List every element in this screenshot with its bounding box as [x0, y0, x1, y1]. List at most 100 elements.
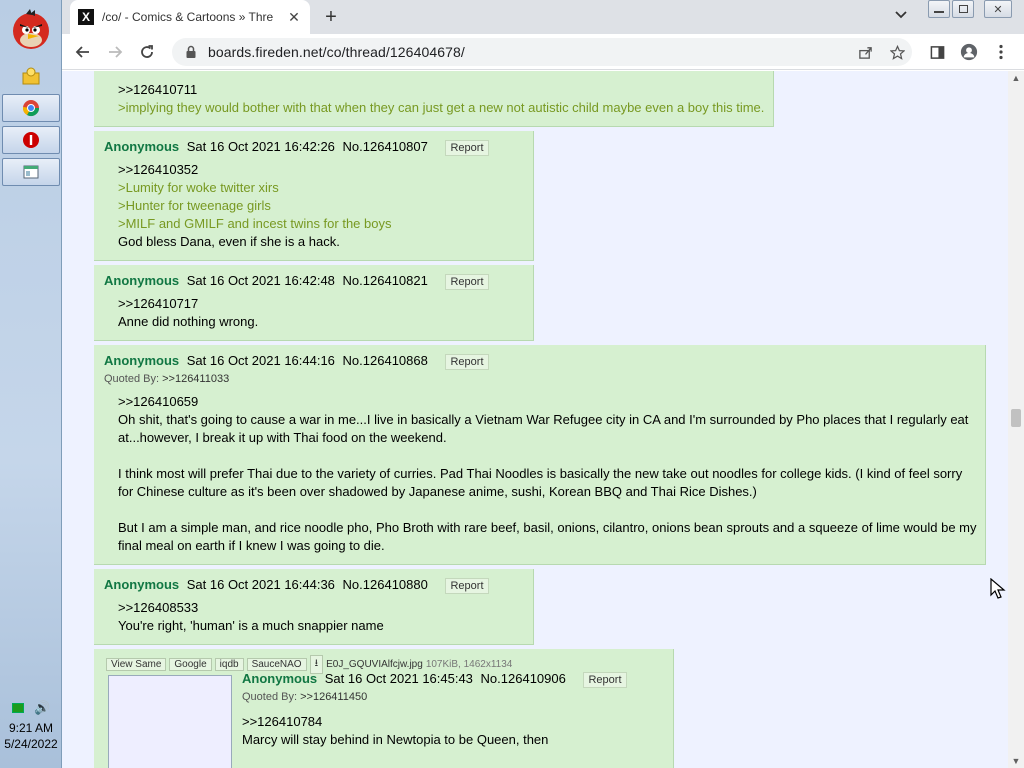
report-button[interactable]: Report [583, 672, 627, 688]
post-info: Anonymous Sat 16 Oct 2021 16:44:36 No.12… [104, 577, 489, 594]
taskbar-window-button[interactable] [2, 158, 60, 186]
post-number[interactable]: No.126410821 [343, 273, 428, 288]
view-same-button[interactable]: View Same [106, 658, 167, 671]
browser-window: X /co/ - Comics & Cartoons » Thre ✕ + ✕ [62, 0, 1024, 768]
report-button[interactable]: Report [445, 274, 489, 290]
quoted-by-link[interactable]: >>126411450 [300, 691, 367, 703]
tab-active[interactable]: X /co/ - Comics & Cartoons » Thre ✕ [70, 0, 310, 34]
restore-button[interactable] [952, 0, 974, 18]
mouse-cursor-icon [990, 578, 1006, 599]
post-date: Sat 16 Oct 2021 16:45:43 [324, 671, 473, 686]
post: Anonymous Sat 16 Oct 2021 16:44:36 No.12… [94, 569, 534, 645]
post: View Same Google iqdb SauceNAO ⭳ E0J_GQU… [94, 649, 674, 768]
restore-icon [958, 5, 968, 13]
file-name[interactable]: E0J_GQUVIAlfcjw.jpg [326, 659, 423, 670]
post-thumbnail[interactable] [108, 675, 232, 768]
page-scrollbar[interactable]: ▲ ▼ [1008, 71, 1024, 768]
quote-link[interactable]: >>126410352 [118, 161, 391, 179]
thread-page: >>126410711 >implying they would bother … [62, 71, 1008, 768]
tab-favicon-icon: X [78, 9, 94, 25]
system-tray: 🔊 9:21 AM 5/24/2022 [0, 696, 62, 768]
address-bar[interactable]: boards.fireden.net/co/thread/126404678/ [172, 38, 912, 66]
quote-link[interactable]: >>126410784 [242, 713, 548, 731]
quote-link[interactable]: >>126410717 [118, 295, 258, 313]
taskbar-opera-button[interactable] [2, 126, 60, 154]
post-body: >>126410352 >Lumity for woke twitter xir… [118, 161, 391, 251]
quoted-by-link[interactable]: >>126411033 [162, 373, 229, 385]
post-number[interactable]: No.126410807 [343, 139, 428, 154]
share-icon[interactable] [854, 41, 876, 63]
profile-icon[interactable] [958, 41, 980, 63]
forward-button[interactable] [104, 41, 126, 63]
chrome-icon [22, 100, 40, 117]
post-date: Sat 16 Oct 2021 16:44:36 [186, 577, 335, 592]
post-text: Marcy will stay behind in Newtopia to be… [242, 732, 549, 747]
start-button[interactable] [8, 6, 54, 52]
clock-time: 9:21 AM [8, 721, 54, 735]
scroll-down-icon[interactable]: ▼ [1011, 756, 1021, 766]
tab-search-chevron-icon[interactable] [894, 8, 914, 28]
post-number[interactable]: No.126410906 [481, 671, 566, 686]
quote-link[interactable]: >>126410659 [118, 393, 978, 411]
post-body: >>126410784 Marcy will stay behind in Ne… [242, 713, 548, 749]
post-number[interactable]: No.126410868 [343, 353, 428, 368]
post-text: Anne did nothing wrong. [118, 314, 259, 329]
forward-arrow-icon [109, 46, 123, 58]
poster-name: Anonymous [104, 273, 180, 288]
quoted-by-label: Quoted By: [104, 373, 160, 385]
poster-name: Anonymous [242, 671, 318, 686]
quoted-by-label: Quoted By: [242, 691, 298, 703]
greentext: >Hunter for tweenage girls [118, 198, 271, 213]
post-body: >>126410659 Oh shit, that's going to cau… [118, 393, 978, 555]
post-text: I think most will prefer Thai due to the… [118, 466, 963, 499]
tab-close-icon[interactable]: ✕ [286, 9, 302, 25]
taskbar-chrome-button[interactable] [2, 94, 60, 122]
side-panel-icon[interactable] [926, 41, 948, 63]
minimize-icon [934, 11, 944, 13]
post-body: >>126408533 You're right, 'human' is a m… [118, 599, 384, 635]
saucenao-button[interactable]: SauceNAO [246, 658, 307, 671]
bookmark-star-icon[interactable] [886, 41, 908, 63]
quote-link[interactable]: >>126410711 [118, 81, 764, 99]
post-body: >>126410711 >implying they would bother … [118, 81, 764, 117]
post-info: Anonymous Sat 16 Oct 2021 16:42:48 No.12… [104, 273, 489, 290]
greentext: >MILF and GMILF and incest twins for the… [118, 216, 392, 231]
quicklaunch-folder-icon[interactable] [20, 66, 42, 88]
iqdb-button[interactable]: iqdb [214, 658, 244, 671]
poster-name: Anonymous [104, 139, 180, 154]
tab-title: /co/ - Comics & Cartoons » Thre [102, 10, 274, 24]
post-number[interactable]: No.126410880 [343, 577, 428, 592]
poster-name: Anonymous [104, 353, 180, 368]
kebab-menu-icon[interactable] [990, 41, 1012, 63]
post-body: >>126410717 Anne did nothing wrong. [118, 295, 258, 331]
google-button[interactable]: Google [169, 658, 212, 671]
report-button[interactable]: Report [445, 578, 489, 594]
close-window-button[interactable]: ✕ [984, 0, 1012, 18]
tab-strip: X /co/ - Comics & Cartoons » Thre ✕ + ✕ [62, 0, 1024, 34]
scroll-up-icon[interactable]: ▲ [1011, 73, 1021, 83]
network-icon[interactable] [12, 703, 24, 713]
quote-link[interactable]: >>126408533 [118, 599, 384, 617]
back-arrow-icon [75, 46, 89, 58]
close-icon: ✕ [993, 3, 1003, 16]
report-button[interactable]: Report [445, 140, 489, 156]
greentext: >Lumity for woke twitter xirs [118, 180, 279, 195]
report-button[interactable]: Report [445, 354, 489, 370]
toolbar: boards.fireden.net/co/thread/126404678/ [62, 34, 1024, 70]
reload-button[interactable] [136, 41, 158, 63]
poster-name: Anonymous [104, 577, 180, 592]
minimize-button[interactable] [928, 0, 950, 18]
volume-icon[interactable]: 🔊 [34, 700, 50, 716]
post-text: Oh shit, that's going to cause a war in … [118, 412, 969, 445]
post-text: You're right, 'human' is a much snappier… [118, 618, 384, 633]
scrollbar-thumb[interactable] [1011, 409, 1021, 427]
clock[interactable]: 9:21 AM 5/24/2022 [0, 720, 62, 752]
post-text: God bless Dana, even if she is a hack. [118, 234, 340, 249]
post-info: Anonymous Sat 16 Oct 2021 16:45:43 No.12… [242, 671, 627, 688]
post: Anonymous Sat 16 Oct 2021 16:42:48 No.12… [94, 265, 534, 341]
post-text: But I am a simple man, and rice noodle p… [118, 520, 977, 553]
back-button[interactable] [72, 41, 94, 63]
new-tab-button[interactable]: + [320, 6, 342, 28]
greentext: >implying they would bother with that wh… [118, 100, 765, 115]
window-icon [23, 165, 39, 179]
